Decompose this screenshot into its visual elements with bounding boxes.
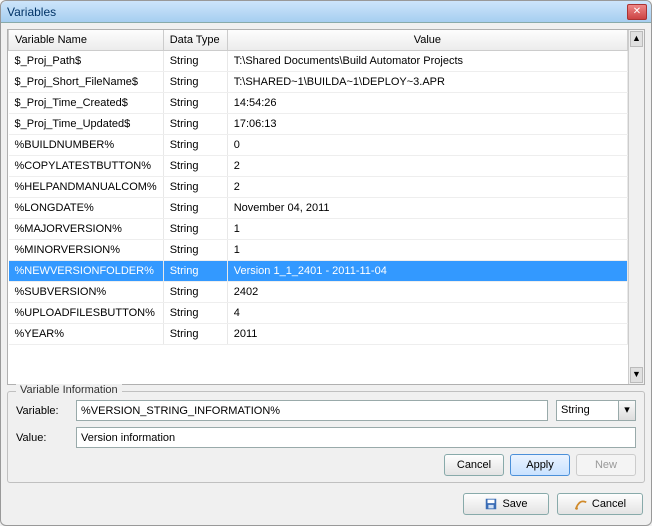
- scroll-track[interactable]: [629, 48, 644, 366]
- cell-name: %HELPANDMANUALCOM%: [9, 177, 164, 198]
- cell-name: %YEAR%: [9, 324, 164, 345]
- cell-name: $_Proj_Path$: [9, 51, 164, 72]
- cell-type: String: [163, 156, 227, 177]
- grid-header-row: Variable Name Data Type Value: [9, 30, 628, 51]
- cell-type: String: [163, 198, 227, 219]
- column-header-type[interactable]: Data Type: [163, 30, 227, 51]
- table-row[interactable]: %MAJORVERSION%String1: [9, 219, 628, 240]
- cell-value: 2402: [227, 282, 627, 303]
- cell-value: 0: [227, 135, 627, 156]
- table-row[interactable]: %NEWVERSIONFOLDER%StringVersion 1_1_2401…: [9, 261, 628, 282]
- cancel-button[interactable]: Cancel: [557, 493, 643, 515]
- cell-value: T:\Shared Documents\Build Automator Proj…: [227, 51, 627, 72]
- cell-name: %LONGDATE%: [9, 198, 164, 219]
- cell-type: String: [163, 177, 227, 198]
- window-title: Variables: [5, 5, 627, 19]
- cell-type: String: [163, 51, 227, 72]
- cell-name: %COPYLATESTBUTTON%: [9, 156, 164, 177]
- variable-label: Variable:: [16, 405, 68, 417]
- close-icon[interactable]: ✕: [627, 4, 647, 20]
- save-button-label: Save: [502, 498, 527, 510]
- table-row[interactable]: $_Proj_Time_Updated$String17:06:13: [9, 114, 628, 135]
- scrollbar[interactable]: ▲ ▼: [628, 30, 644, 384]
- table-row[interactable]: %UPLOADFILESBUTTON%String4: [9, 303, 628, 324]
- variable-value-input[interactable]: [76, 427, 636, 448]
- table-row[interactable]: $_Proj_Short_FileName$StringT:\SHARED~1\…: [9, 72, 628, 93]
- table-row[interactable]: %COPYLATESTBUTTON%String2: [9, 156, 628, 177]
- cell-name: %MAJORVERSION%: [9, 219, 164, 240]
- table-row[interactable]: $_Proj_Time_Created$String14:54:26: [9, 93, 628, 114]
- cell-name: %MINORVERSION%: [9, 240, 164, 261]
- cell-name: $_Proj_Short_FileName$: [9, 72, 164, 93]
- cell-name: %UPLOADFILESBUTTON%: [9, 303, 164, 324]
- column-header-value[interactable]: Value: [227, 30, 627, 51]
- save-icon: [484, 497, 498, 511]
- cell-value: November 04, 2011: [227, 198, 627, 219]
- cell-value: 1: [227, 240, 627, 261]
- cell-value: 2: [227, 177, 627, 198]
- cell-value: 1: [227, 219, 627, 240]
- table-row[interactable]: $_Proj_Path$StringT:\Shared Documents\Bu…: [9, 51, 628, 72]
- cancel-icon: [574, 497, 588, 511]
- table-row[interactable]: %HELPANDMANUALCOM%String2: [9, 177, 628, 198]
- variable-type-dropdown[interactable]: String ▾: [556, 400, 636, 421]
- table-row[interactable]: %YEAR%String2011: [9, 324, 628, 345]
- group-title: Variable Information: [16, 384, 122, 396]
- column-header-name[interactable]: Variable Name: [9, 30, 164, 51]
- dialog-footer: Save Cancel: [7, 489, 645, 519]
- table-row[interactable]: %LONGDATE%StringNovember 04, 2011: [9, 198, 628, 219]
- scroll-up-icon[interactable]: ▲: [630, 31, 643, 47]
- variable-information-group: Variable Information Variable: String ▾ …: [7, 391, 645, 483]
- cell-type: String: [163, 93, 227, 114]
- table-row[interactable]: %SUBVERSION%String2402: [9, 282, 628, 303]
- chevron-down-icon[interactable]: ▾: [619, 400, 636, 421]
- info-cancel-button[interactable]: Cancel: [444, 454, 504, 476]
- table-row[interactable]: %MINORVERSION%String1: [9, 240, 628, 261]
- cell-type: String: [163, 219, 227, 240]
- cell-name: %NEWVERSIONFOLDER%: [9, 261, 164, 282]
- cell-type: String: [163, 240, 227, 261]
- variables-grid[interactable]: Variable Name Data Type Value $_Proj_Pat…: [7, 29, 645, 385]
- cell-value: Version 1_1_2401 - 2011-11-04: [227, 261, 627, 282]
- cell-value: 14:54:26: [227, 93, 627, 114]
- cell-value: 4: [227, 303, 627, 324]
- value-label: Value:: [16, 432, 68, 444]
- cell-type: String: [163, 282, 227, 303]
- cell-name: $_Proj_Time_Created$: [9, 93, 164, 114]
- titlebar[interactable]: Variables ✕: [1, 1, 651, 23]
- info-apply-button[interactable]: Apply: [510, 454, 570, 476]
- cell-type: String: [163, 72, 227, 93]
- scroll-down-icon[interactable]: ▼: [630, 367, 643, 383]
- variable-name-input[interactable]: [76, 400, 548, 421]
- dropdown-value: String: [556, 400, 619, 421]
- table-row[interactable]: %BUILDNUMBER%String0: [9, 135, 628, 156]
- cell-name: %SUBVERSION%: [9, 282, 164, 303]
- variables-dialog: Variables ✕ Variable Name Data Type Valu…: [0, 0, 652, 526]
- cell-type: String: [163, 303, 227, 324]
- cell-type: String: [163, 135, 227, 156]
- dialog-body: Variable Name Data Type Value $_Proj_Pat…: [1, 23, 651, 525]
- cell-value: 2: [227, 156, 627, 177]
- cell-value: T:\SHARED~1\BUILDA~1\DEPLOY~3.APR: [227, 72, 627, 93]
- cell-type: String: [163, 324, 227, 345]
- cancel-button-label: Cancel: [592, 498, 626, 510]
- cell-value: 17:06:13: [227, 114, 627, 135]
- cell-type: String: [163, 114, 227, 135]
- cell-name: %BUILDNUMBER%: [9, 135, 164, 156]
- save-button[interactable]: Save: [463, 493, 549, 515]
- cell-value: 2011: [227, 324, 627, 345]
- info-new-button: New: [576, 454, 636, 476]
- cell-type: String: [163, 261, 227, 282]
- cell-name: $_Proj_Time_Updated$: [9, 114, 164, 135]
